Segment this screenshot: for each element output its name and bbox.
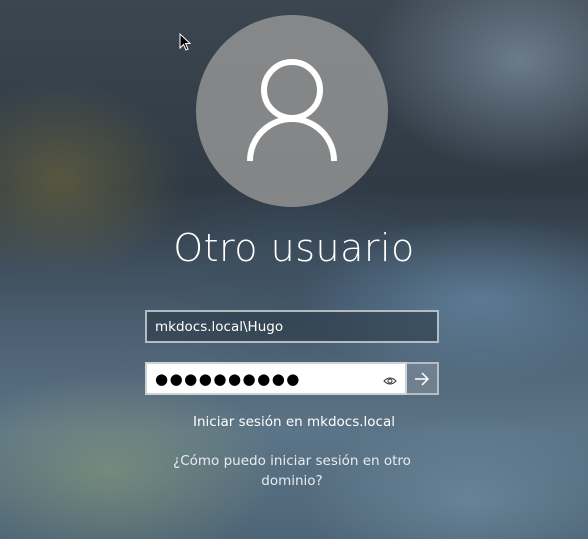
user-silhouette-icon [247,59,337,162]
arrow-right-icon [415,372,430,386]
user-avatar [196,15,388,207]
sign-in-domain-label: Iniciar sesión en mkdocs.local [193,414,395,430]
submit-button[interactable] [407,362,439,395]
password-field[interactable]: ●●●●●●●●●● [145,362,407,395]
username-field[interactable]: mkdocs.local\Hugo [145,310,439,343]
other-domain-link[interactable]: ¿Cómo puedo iniciar sesión en otro domin… [160,451,424,491]
password-value: ●●●●●●●●●● [155,370,301,388]
mouse-pointer-icon [179,32,192,51]
eye-icon[interactable] [383,374,397,385]
user-display-name: Otro usuario [173,226,415,270]
